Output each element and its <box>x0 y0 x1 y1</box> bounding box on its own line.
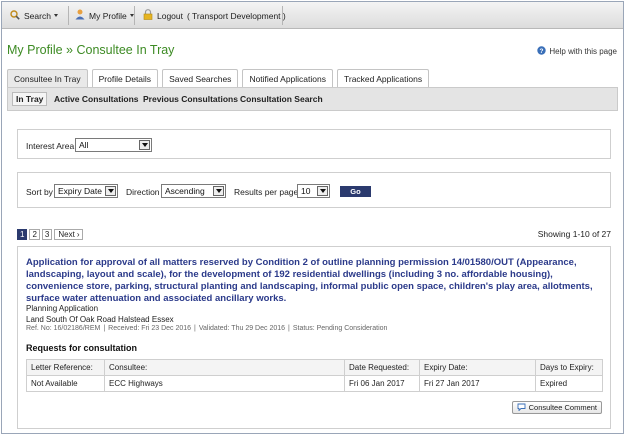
column-header: Consultee: <box>104 359 345 376</box>
subtab-consultation-search[interactable]: Consultation Search <box>236 92 327 106</box>
help-icon: ? <box>537 46 547 57</box>
page-title: My Profile » Consultee In Tray <box>7 43 175 57</box>
sort-by-label: Sort by <box>26 187 53 197</box>
top-toolbar: Search My Profile Logout ( Transport Dev… <box>2 2 623 29</box>
next-page-label: Next <box>58 230 75 239</box>
column-header: Date Requested: <box>344 359 420 376</box>
tab-profile-details[interactable]: Profile Details <box>91 69 159 87</box>
my-profile-menu[interactable]: My Profile <box>71 6 138 25</box>
chevron-down-icon <box>139 140 150 150</box>
help-link-label: Help with this page <box>549 47 617 56</box>
page-link[interactable]: 1 <box>17 229 28 240</box>
chevron-down-icon <box>213 186 224 196</box>
tab-consultee-in-tray[interactable]: Consultee In Tray <box>7 69 88 87</box>
column-header: Days to Expiry: <box>535 359 603 376</box>
interest-area-label: Interest Area <box>26 141 75 151</box>
date-requested-cell: Fri 06 Jan 2017 <box>344 375 420 392</box>
subtab-active-consultations[interactable]: Active Consultations <box>50 92 143 106</box>
lock-icon <box>143 9 153 22</box>
next-page-button[interactable]: Next › <box>54 229 84 240</box>
help-link[interactable]: ? Help with this page <box>537 46 617 57</box>
meta-divider: | <box>103 325 106 332</box>
reference-number: Ref. No: 16/02186/REM <box>26 325 101 332</box>
search-menu[interactable]: Search <box>6 6 62 25</box>
application-type: Planning Application <box>26 304 99 313</box>
meta-divider: | <box>194 325 196 332</box>
my-profile-label: My Profile <box>89 10 127 21</box>
chevron-right-icon: › <box>76 230 80 239</box>
logout-button[interactable]: Logout ( Transport Development ) <box>139 6 290 25</box>
logout-context: ( Transport Development ) <box>187 10 286 21</box>
chevron-down-icon <box>53 14 58 17</box>
application-card: Application for approval of all matters … <box>17 246 611 429</box>
direction-label: Direction <box>126 187 160 197</box>
column-header: Letter Reference: <box>26 359 105 376</box>
results-per-page-label: Results per page <box>234 187 299 197</box>
days-to-expiry-cell: Expired <box>535 375 603 392</box>
interest-area-select[interactable]: All <box>75 138 152 152</box>
search-icon <box>10 9 20 22</box>
go-button[interactable]: Go <box>340 186 371 197</box>
subtab-previous-consultations[interactable]: Previous Consultations <box>139 92 242 106</box>
tab-notified-applications[interactable]: Notified Applications <box>242 69 333 87</box>
logout-label: Logout <box>157 10 183 21</box>
results-count: Showing 1-10 of 27 <box>537 229 611 239</box>
application-address: Land South Of Oak Road Halstead Essex <box>26 315 174 324</box>
consultee-comment-label: Consultee Comment <box>528 403 597 412</box>
user-icon <box>75 9 85 22</box>
received-date: Received: Fri 23 Dec 2016 <box>108 325 192 332</box>
tab-tracked-applications[interactable]: Tracked Applications <box>336 69 430 87</box>
column-header: Expiry Date: <box>419 359 536 376</box>
tab-saved-searches[interactable]: Saved Searches <box>162 69 239 87</box>
sort-panel: Sort by Expiry Date Direction Ascending … <box>17 172 611 208</box>
expiry-date-cell: Fri 27 Jan 2017 <box>419 375 536 392</box>
toolbar-divider <box>134 6 135 25</box>
search-menu-label: Search <box>24 10 51 21</box>
subtab-in-tray[interactable]: In Tray <box>12 92 48 106</box>
application-title-link[interactable]: Application for approval of all matters … <box>26 257 601 305</box>
table-row: Not Available ECC Highways Fri 06 Jan 20… <box>26 375 603 392</box>
chevron-down-icon <box>317 186 328 196</box>
pagination: 1 2 3 Next › <box>17 229 85 240</box>
results-per-page-select[interactable]: 10 <box>297 184 330 198</box>
page-link[interactable]: 2 <box>29 229 40 240</box>
consultee-cell: ECC Highways <box>104 375 345 392</box>
comment-icon <box>517 403 526 413</box>
table-header-row: Letter Reference: Consultee: Date Reques… <box>26 359 603 376</box>
validated-date: Validated: Thu 29 Dec 2016 <box>198 325 286 332</box>
toolbar-divider <box>68 6 69 25</box>
sort-by-value: Expiry Date <box>58 186 102 196</box>
application-meta: Ref. No: 16/02186/REM | Received: Fri 23 … <box>26 325 390 332</box>
browser-frame: Search My Profile Logout ( Transport Dev… <box>1 1 624 434</box>
consultation-table: Letter Reference: Consultee: Date Reques… <box>26 359 603 392</box>
meta-divider: | <box>288 325 290 332</box>
direction-value: Ascending <box>165 186 205 196</box>
letter-reference-cell: Not Available <box>26 375 105 392</box>
direction-select[interactable]: Ascending <box>161 184 226 198</box>
interest-area-value: All <box>79 140 89 150</box>
toolbar-divider <box>282 6 283 25</box>
results-per-page-value: 10 <box>301 186 311 196</box>
subtabs-bar: In Tray Active Consultations Previous Co… <box>7 87 618 111</box>
application-status: Status: Pending Consideration <box>292 325 388 332</box>
profile-tabs: Consultee In Tray Profile Details Saved … <box>7 69 433 87</box>
interest-area-panel: Interest Area All <box>17 129 611 159</box>
chevron-down-icon <box>105 186 116 196</box>
page-link[interactable]: 3 <box>41 229 53 240</box>
consultee-comment-button[interactable]: Consultee Comment <box>511 401 602 414</box>
sort-by-select[interactable]: Expiry Date <box>54 184 118 198</box>
svg-text:?: ? <box>540 48 544 55</box>
requests-heading: Requests for consultation <box>26 343 138 353</box>
